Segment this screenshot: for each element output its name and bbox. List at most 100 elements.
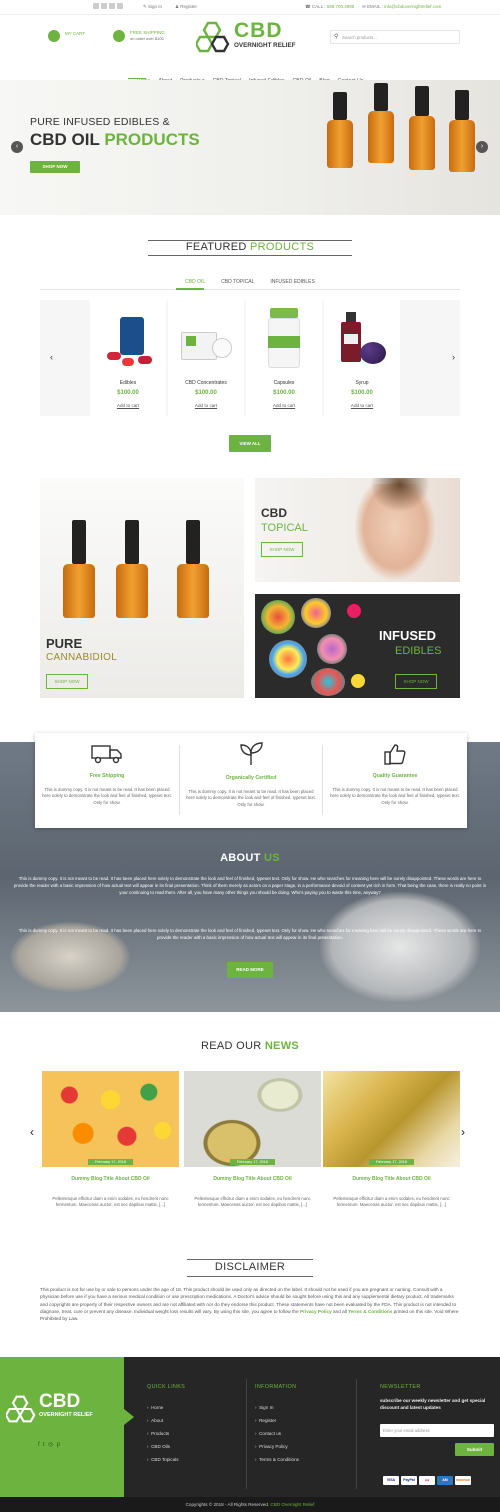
email-address[interactable]: info@cbdovernightrelief.com <box>384 4 441 9</box>
featured-title-b: PRODUCTS <box>250 241 315 253</box>
footer-link[interactable]: › Home <box>147 1401 179 1414</box>
footer-link[interactable]: › About <box>147 1414 179 1427</box>
register-link[interactable]: ♟ Register <box>175 4 197 10</box>
add-to-cart-button[interactable]: Add to cart <box>324 403 400 408</box>
amex-icon: AM <box>437 1476 453 1485</box>
paypal-icon: PayPal <box>401 1476 417 1485</box>
carousel-prev-arrow[interactable]: ‹ <box>50 352 53 362</box>
banner-pure-cannabidiol[interactable]: PURE CANNABIDIOL SHOP NOW <box>40 478 244 698</box>
footer-link-label: CBD Topicals <box>151 1457 179 1462</box>
newsletter-submit-button[interactable]: Submit <box>455 1443 494 1456</box>
facebook-icon[interactable] <box>93 3 99 9</box>
footer-link[interactable]: › Contact us <box>255 1427 299 1440</box>
news-date-badge: February 17, 2018 <box>230 1159 275 1165</box>
banner-infused-edibles[interactable]: INFUSED EDIBLES SHOP NOW <box>255 594 460 698</box>
news-post-title[interactable]: Dummy Blog Title About CBD Oil <box>42 1176 179 1182</box>
twitter-icon[interactable]: t <box>43 1442 45 1448</box>
shop-now-button[interactable]: SHOP NOW <box>395 674 437 689</box>
news-prev-arrow[interactable]: ‹ <box>30 1125 34 1139</box>
leaf-icon <box>113 30 125 42</box>
product-name[interactable]: Capsules <box>246 380 322 386</box>
hero-line1: PURE INFUSED EDIBLES & <box>30 116 170 128</box>
terms-link[interactable]: Terms & Conditions <box>348 1309 392 1314</box>
footer-link[interactable]: › CBD Topicals <box>147 1453 179 1466</box>
news-date-badge: February 17, 2018 <box>88 1159 133 1165</box>
hero-line2-b: PRODUCTS <box>104 130 200 149</box>
product-carousel: ‹ › Edibles $100.00 Add to cart CBD Conc… <box>40 300 460 416</box>
footer-logo[interactable]: CBD OVERNIGHT RELIEF <box>6 1391 121 1431</box>
news-card[interactable]: February 17, 2018 Dummy Blog Title About… <box>184 1071 321 1211</box>
youtube-icon[interactable] <box>117 3 123 9</box>
logo[interactable]: CBD OVERNIGHT RELIEF <box>196 19 331 54</box>
product-name[interactable]: Syrup <box>324 380 400 386</box>
product-name[interactable]: Edibles <box>90 380 166 386</box>
logo-hex-icon <box>6 1395 36 1423</box>
copyright-brand[interactable]: CBD Overnight Relief <box>270 1502 314 1507</box>
banner-topical-sub: TOPICAL <box>261 522 308 534</box>
add-to-cart-button[interactable]: Add to cart <box>90 403 166 408</box>
read-more-button[interactable]: READ MORE <box>227 962 273 978</box>
footer-logo-subtext: OVERNIGHT RELIEF <box>39 1412 93 1418</box>
news-title: READ OUR NEWS <box>0 1040 500 1052</box>
cart-label: MY CART <box>65 31 86 36</box>
news-card[interactable]: February 17, 2018 Dummy Blog Title About… <box>42 1071 179 1211</box>
tab-cbd-oil[interactable]: CBD OIL <box>185 279 205 285</box>
product-name[interactable]: CBD Concentrates <box>168 380 244 386</box>
shipping-sub: on order over $100 <box>130 36 164 41</box>
add-to-cart-button[interactable]: Add to cart <box>246 403 322 408</box>
product-image-capsules <box>266 308 302 370</box>
footer-link[interactable]: › Terms & Conditions <box>255 1453 299 1466</box>
product-card[interactable]: Edibles $100.00 Add to cart <box>90 300 166 416</box>
news-card[interactable]: February 17, 2018 Dummy Blog Title About… <box>323 1071 460 1211</box>
product-card[interactable]: CBD Concentrates $100.00 Add to cart <box>168 300 244 416</box>
add-to-cart-button[interactable]: Add to cart <box>168 403 244 408</box>
social-icons <box>93 3 125 9</box>
about-paragraph-2: This is dummy copy. It is not meant to b… <box>18 928 482 940</box>
facebook-icon[interactable]: f <box>38 1442 40 1448</box>
shop-now-button[interactable]: SHOP NOW <box>46 674 88 689</box>
product-card[interactable]: Capsules $100.00 Add to cart <box>246 300 322 416</box>
tab-cbd-topical[interactable]: CBD TOPICAL <box>221 279 254 285</box>
news-title-b: NEWS <box>264 1040 300 1052</box>
carousel-next-arrow[interactable]: › <box>452 352 455 362</box>
footer-link[interactable]: › Privacy Policy <box>255 1440 299 1453</box>
footer-link-label: Terms & Conditions <box>259 1457 299 1462</box>
instagram-icon[interactable]: ◎ <box>48 1442 53 1448</box>
news-next-arrow[interactable]: › <box>461 1125 465 1139</box>
disclaimer-and: and all <box>331 1308 349 1314</box>
footer-link[interactable]: › Sign In <box>255 1401 299 1414</box>
phone-number[interactable]: 559.700.4990 <box>327 4 355 9</box>
search-placeholder: Search products... <box>342 34 377 40</box>
hero-shop-now-button[interactable]: SHOP NOW <box>30 161 80 173</box>
footer-link[interactable]: › Products <box>147 1427 179 1440</box>
privacy-link[interactable]: Privacy Policy <box>300 1309 332 1314</box>
footer-link-label: Products <box>151 1431 170 1436</box>
banner-edibles-title: INFUSED <box>379 628 437 643</box>
shop-now-button[interactable]: SHOP NOW <box>261 542 303 557</box>
email-placeholder: Enter your email address <box>383 1428 430 1433</box>
footer-link-label: Home <box>151 1405 164 1410</box>
logo-subtext: OVERNIGHT RELIEF <box>234 42 296 49</box>
footer-link[interactable]: › Register <box>255 1414 299 1427</box>
cart-link[interactable]: MY CART <box>48 30 118 44</box>
banner-cbd-topical[interactable]: CBD TOPICAL SHOP NOW <box>255 478 460 582</box>
newsletter-email-input[interactable]: Enter your email address <box>380 1424 494 1437</box>
view-all-button[interactable]: VIEW ALL <box>229 435 271 452</box>
payment-icons: VISA PayPal ●● AM DISCOVER <box>383 1468 495 1486</box>
nav-active-underline <box>128 78 146 79</box>
tab-infused-edibles[interactable]: INFUSED EDIBLES <box>270 279 314 285</box>
free-shipping: FREE SHIPPING on order over $100 <box>113 30 183 44</box>
news-post-title[interactable]: Dummy Blog Title About CBD Oil <box>323 1176 460 1182</box>
product-card[interactable]: Syrup $100.00 Add to cart <box>324 300 400 416</box>
footer-link-label: Register <box>259 1418 277 1423</box>
search-input[interactable]: ⚲ Search products... <box>330 30 460 44</box>
news-post-title[interactable]: Dummy Blog Title About CBD Oil <box>184 1176 321 1182</box>
twitter-icon[interactable] <box>101 3 107 9</box>
footer-link[interactable]: › CBD Oils <box>147 1440 179 1453</box>
mastercard-icon: ●● <box>419 1476 435 1485</box>
hero-next-arrow[interactable]: › <box>476 141 488 153</box>
instagram-icon[interactable] <box>109 3 115 9</box>
pinterest-icon[interactable]: p <box>57 1442 60 1448</box>
signin-link[interactable]: ✎ Sign In <box>143 4 162 10</box>
hero-prev-arrow[interactable]: ‹ <box>11 141 23 153</box>
